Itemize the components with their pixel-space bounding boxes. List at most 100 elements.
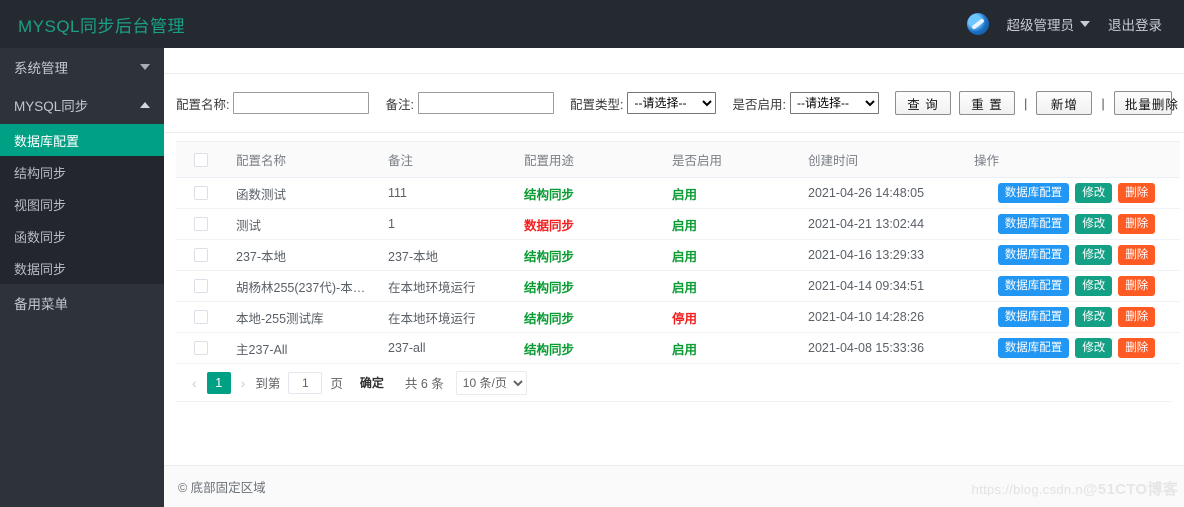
- user-avatar-icon[interactable]: [966, 13, 989, 35]
- config-use-badge: 结构同步: [524, 249, 575, 264]
- sidebar-item-data-sync[interactable]: 数据同步: [0, 252, 164, 284]
- delete-button[interactable]: 删除: [1118, 183, 1156, 203]
- cell-create-time: 2021-04-08 15:33:36: [794, 332, 974, 364]
- sidebar-item-label: 数据库配置: [14, 133, 80, 149]
- page-size-select[interactable]: 10 条/页: [455, 370, 527, 395]
- edit-button[interactable]: 修改: [1075, 338, 1113, 358]
- select-all-checkbox[interactable]: [194, 152, 208, 167]
- sidebar-submenu: 数据库配置 结构同步 视图同步 函数同步 数据同步: [0, 124, 164, 284]
- config-use-badge: 数据同步: [524, 218, 575, 233]
- cell-note: 1: [374, 208, 510, 240]
- reset-button[interactable]: 重 置: [959, 91, 1016, 115]
- chevron-right-icon[interactable]: ›: [239, 375, 248, 391]
- sidebar-group-system-label: 系统管理: [14, 61, 68, 76]
- header-is-enabled: 是否启用: [658, 141, 794, 178]
- footer: © 底部固定区域: [164, 465, 1184, 507]
- sidebar-group-system[interactable]: 系统管理: [0, 48, 164, 86]
- sidebar-group-mysql-sync[interactable]: MYSQL同步: [0, 86, 164, 124]
- cell-config-name: 测试: [222, 208, 374, 240]
- cell-note: 在本地环境运行: [374, 301, 510, 333]
- cell-note: 237-all: [374, 332, 510, 364]
- table-row: 胡杨林255(237代)-本… 在本地环境运行 结构同步 启用 2021-04-14 0…: [176, 270, 1180, 302]
- cell-config-name: 函数测试: [222, 177, 374, 209]
- goto-page-input[interactable]: [288, 371, 323, 394]
- delete-button[interactable]: 删除: [1118, 338, 1156, 358]
- delete-button[interactable]: 删除: [1118, 214, 1156, 234]
- db-config-button[interactable]: 数据库配置: [997, 276, 1070, 296]
- edit-button[interactable]: 修改: [1075, 276, 1113, 296]
- db-config-button[interactable]: 数据库配置: [997, 214, 1070, 234]
- is-enabled-label: 是否启用:: [732, 97, 786, 112]
- row-checkbox[interactable]: [194, 279, 208, 294]
- table-body: 函数测试 111 结构同步 启用 2021-04-26 14:48:05 数据库配置 修改删…: [176, 177, 1180, 364]
- chevron-left-icon[interactable]: ‹: [190, 375, 199, 391]
- edit-button[interactable]: 修改: [1075, 214, 1113, 234]
- sidebar-item-database-config[interactable]: 数据库配置: [0, 124, 164, 156]
- config-use-badge: 结构同步: [524, 187, 575, 202]
- batch-delete-button[interactable]: 批量删除: [1113, 91, 1178, 115]
- header-operations: 操作: [974, 141, 1180, 178]
- config-use-badge: 结构同步: [524, 342, 575, 357]
- filter-toolbar: 配置名称: 备注: 配置类型: --请选择-- 是否启用: --请选择-- 查 …: [164, 74, 1184, 132]
- config-use-badge: 结构同步: [524, 280, 575, 295]
- sidebar-item-label: 数据同步: [14, 261, 67, 277]
- cell-config-use: 结构同步: [510, 239, 658, 271]
- cell-config-use: 数据同步: [510, 208, 658, 240]
- row-checkbox[interactable]: [194, 310, 208, 325]
- cell-create-time: 2021-04-21 13:02:44: [794, 208, 974, 240]
- header-config-use: 配置用途: [510, 141, 658, 178]
- logout-button[interactable]: 退出登录: [1108, 14, 1162, 34]
- cell-operations: 数据库配置 修改 删除: [974, 208, 1180, 240]
- add-button[interactable]: 新增: [1036, 91, 1093, 115]
- cell-is-enabled: 启用: [658, 332, 794, 364]
- cell-operations: 数据库配置 修改 删除: [974, 301, 1180, 333]
- is-enabled-select[interactable]: --请选择--: [789, 92, 879, 114]
- note-label: 备注:: [385, 97, 414, 112]
- table-row: 本地-255测试库 在本地环境运行 结构同步 停用 2021-04-10 14:28:2…: [176, 301, 1180, 333]
- row-select-cell: [176, 270, 222, 302]
- sidebar-item-function-sync[interactable]: 函数同步: [0, 220, 164, 252]
- db-config-button[interactable]: 数据库配置: [997, 338, 1070, 358]
- config-type-select[interactable]: --请选择--: [627, 92, 717, 114]
- config-name-input[interactable]: [233, 92, 370, 114]
- sidebar-item-spare-menu[interactable]: 备用菜单: [0, 284, 164, 322]
- config-name-label: 配置名称:: [176, 97, 230, 112]
- delete-button[interactable]: 删除: [1118, 245, 1156, 265]
- db-config-button[interactable]: 数据库配置: [997, 183, 1070, 203]
- cell-config-name: 主237-All: [222, 332, 374, 364]
- cell-config-use: 结构同步: [510, 332, 658, 364]
- cell-create-time: 2021-04-16 13:29:33: [794, 239, 974, 271]
- cell-is-enabled: 停用: [658, 301, 794, 333]
- db-config-button[interactable]: 数据库配置: [997, 245, 1070, 265]
- chevron-down-icon: [140, 64, 150, 70]
- edit-button[interactable]: 修改: [1075, 245, 1113, 265]
- main-content: 配置名称: 备注: 配置类型: --请选择-- 是否启用: --请选择-- 查 …: [164, 48, 1184, 507]
- sidebar-item-structure-sync[interactable]: 结构同步: [0, 156, 164, 188]
- cell-is-enabled: 启用: [658, 270, 794, 302]
- table-row: 测试 1 数据同步 启用 2021-04-21 13:02:44 数据库配置 修改 删除: [176, 208, 1180, 240]
- db-config-button[interactable]: 数据库配置: [997, 307, 1070, 327]
- page-number-1[interactable]: 1: [206, 371, 231, 394]
- table-header-row: 配置名称 备注 配置用途 是否启用 创建时间 操作: [176, 141, 1180, 178]
- delete-button[interactable]: 删除: [1118, 307, 1156, 327]
- app-title: MYSQL同步后台管理: [18, 16, 186, 36]
- delete-button[interactable]: 删除: [1118, 276, 1156, 296]
- row-checkbox[interactable]: [194, 341, 208, 356]
- cell-operations: 数据库配置 修改 删除: [974, 177, 1180, 209]
- user-menu-button[interactable]: 超级管理员: [1007, 14, 1090, 34]
- sidebar-item-view-sync[interactable]: 视图同步: [0, 188, 164, 220]
- row-checkbox[interactable]: [194, 248, 208, 263]
- cell-create-time: 2021-04-26 14:48:05: [794, 177, 974, 209]
- edit-button[interactable]: 修改: [1075, 183, 1113, 203]
- query-button[interactable]: 查 询: [895, 91, 951, 115]
- page-unit-label: 页: [330, 377, 343, 391]
- toolbar-separator: |: [1101, 95, 1105, 111]
- note-input[interactable]: [417, 92, 554, 114]
- row-checkbox[interactable]: [194, 217, 208, 232]
- cell-operations: 数据库配置 修改 删除: [974, 332, 1180, 364]
- header-note: 备注: [374, 141, 510, 178]
- edit-button[interactable]: 修改: [1075, 307, 1113, 327]
- row-select-cell: [176, 208, 222, 240]
- row-checkbox[interactable]: [194, 186, 208, 201]
- goto-confirm-button[interactable]: 确定: [350, 371, 393, 394]
